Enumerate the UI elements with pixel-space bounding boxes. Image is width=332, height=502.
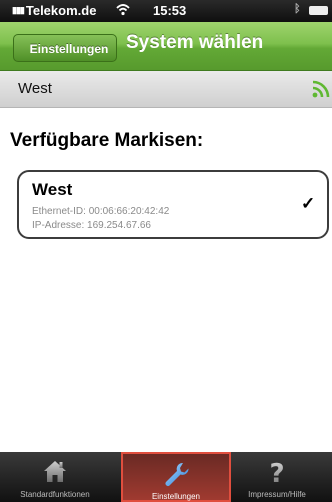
navigation-bar: Einstellungen System wählen — [0, 22, 332, 71]
clock: 15:53 — [153, 3, 187, 18]
ethernet-id: Ethernet-ID: 00:06:66:20:42:42 — [32, 206, 170, 217]
wifi-icon — [115, 1, 131, 20]
battery-icon — [309, 6, 328, 15]
question-icon: ? — [269, 459, 284, 486]
tab-impressum-hilfe[interactable]: ? Impressum/Hilfe — [222, 452, 332, 502]
awning-name: West — [32, 180, 73, 199]
back-arrow-icon — [1, 33, 32, 64]
tab-bar: Standardfunktionen Einstellungen ? Impre… — [0, 452, 332, 502]
selected-system-label: West — [18, 80, 52, 97]
tab-label: Impressum/Hilfe — [248, 490, 306, 499]
back-button-label: Einstellungen — [29, 42, 109, 56]
wireless-signal-icon — [312, 80, 330, 98]
section-heading: Verfügbare Markisen: — [10, 130, 204, 151]
wrench-icon — [165, 462, 189, 486]
page-title: System wählen — [126, 32, 264, 53]
awning-list-item[interactable]: West Ethernet-ID: 00:06:66:20:42:42 IP-A… — [17, 170, 329, 239]
status-bar: ▮▮▮ Telekom.de 15:53 ᛒ — [0, 0, 332, 22]
tab-label: Einstellungen — [151, 492, 201, 501]
ip-address: IP-Adresse: 169.254.67.66 — [32, 220, 151, 231]
house-icon — [44, 461, 66, 482]
checkmark-icon: ✓ — [301, 194, 316, 213]
carrier: ▮▮▮ Telekom.de — [12, 3, 96, 18]
bluetooth-icon: ᛒ — [294, 3, 301, 15]
carrier-label: Telekom.de — [25, 3, 97, 18]
selected-system-bar[interactable]: West — [0, 71, 332, 108]
tab-standardfunktionen[interactable]: Standardfunktionen — [0, 452, 110, 502]
tab-einstellungen[interactable]: Einstellungen — [121, 452, 231, 502]
signal-icon: ▮▮▮ — [12, 5, 25, 15]
svg-text:?: ? — [269, 459, 284, 486]
tab-label: Standardfunktionen — [20, 490, 90, 499]
back-button[interactable]: Einstellungen — [1, 33, 117, 64]
